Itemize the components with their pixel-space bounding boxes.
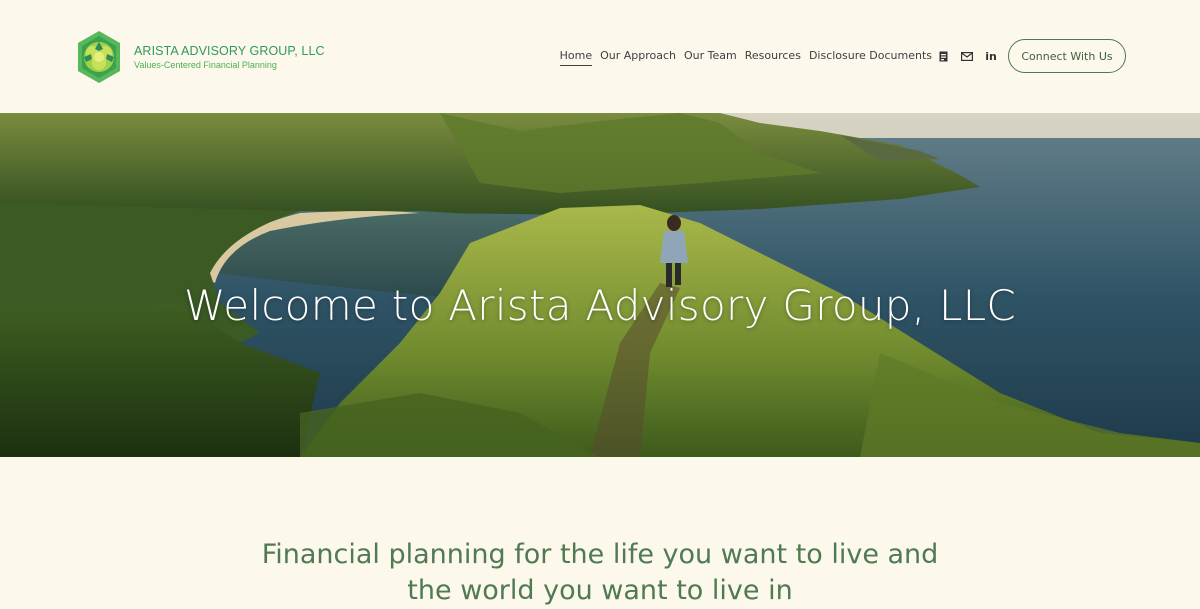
main-nav: Home Our Approach Our Team Resources Dis… <box>559 49 932 66</box>
brand-logo[interactable]: ARISTA ADVISORY GROUP, LLC Values-Center… <box>72 28 325 86</box>
hero-banner: Welcome to Arista Advisory Group, LLC <box>0 113 1200 457</box>
nav-home[interactable]: Home <box>559 49 593 66</box>
intro-section: Financial planning for the life you want… <box>0 457 1200 606</box>
social-links: in <box>936 49 998 63</box>
connect-with-us-button[interactable]: Connect With Us <box>1008 39 1126 73</box>
email-icon[interactable] <box>960 49 974 63</box>
nav-our-team[interactable]: Our Team <box>684 49 737 66</box>
brand-tagline: Values-Centered Financial Planning <box>134 59 277 70</box>
brand-name: ARISTA ADVISORY GROUP, LLC <box>134 43 325 58</box>
intro-heading: Financial planning for the life you want… <box>261 539 939 606</box>
nav-our-approach[interactable]: Our Approach <box>600 49 676 66</box>
linkedin-icon[interactable]: in <box>984 49 998 63</box>
lotus-logo-icon <box>78 31 120 83</box>
nav-disclosure-documents[interactable]: Disclosure Documents <box>809 49 932 66</box>
nav-resources[interactable]: Resources <box>745 49 801 66</box>
hero-title: Welcome to Arista Advisory Group, LLC <box>183 281 1017 330</box>
calendar-icon[interactable] <box>936 49 950 63</box>
site-header: ARISTA ADVISORY GROUP, LLC Values-Center… <box>0 0 1200 113</box>
